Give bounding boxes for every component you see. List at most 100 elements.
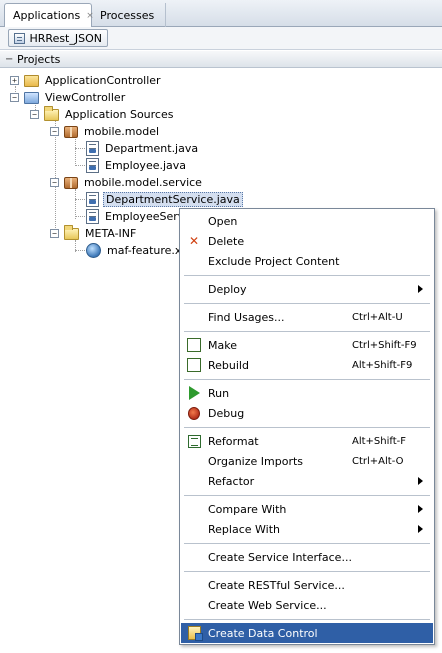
reformat-icon	[187, 434, 201, 448]
project-icon	[24, 91, 39, 104]
tab-processes[interactable]: Processes	[92, 3, 166, 27]
menu-item-reformat[interactable]: Reformat Alt+Shift-F	[181, 431, 433, 451]
tree-node-label: ViewController	[45, 91, 126, 104]
package-icon	[64, 176, 78, 189]
make-icon	[187, 338, 201, 352]
tree-node-maf-feature-xml[interactable]: maf-feature.xm	[86, 242, 194, 259]
submenu-arrow-icon	[418, 285, 423, 293]
menu-item-label: Exclude Project Content	[208, 254, 340, 268]
projects-panel-header[interactable]: − Projects	[0, 51, 442, 68]
tree-node-employee-java[interactable]: Employee.java	[86, 157, 188, 174]
tree-node-meta-inf[interactable]: − META-INF	[50, 224, 138, 242]
tree-node-view-controller[interactable]: − ViewController	[10, 89, 127, 106]
menu-item-label: Find Usages...	[208, 310, 285, 324]
collapse-node-icon[interactable]: −	[50, 127, 59, 136]
menu-item-label: Open	[208, 214, 238, 228]
menu-item-replace-with[interactable]: Replace With	[181, 519, 433, 539]
submenu-arrow-icon	[418, 477, 423, 485]
collapse-node-icon[interactable]: −	[30, 110, 39, 119]
menu-separator	[184, 619, 430, 620]
collapse-icon[interactable]: −	[5, 54, 13, 65]
rebuild-icon	[187, 358, 201, 372]
menu-item-label: Deploy	[208, 282, 247, 296]
menu-item-create-service-interface[interactable]: Create Service Interface...	[181, 547, 433, 567]
menu-item-deploy[interactable]: Deploy	[181, 279, 433, 299]
menu-item-rebuild[interactable]: Rebuild Alt+Shift-F9	[181, 355, 433, 375]
application-icon	[14, 32, 25, 44]
tree-node-department-java[interactable]: Department.java	[86, 140, 200, 157]
menu-item-debug[interactable]: Debug	[181, 403, 433, 423]
tree-node-label: DepartmentService.java	[103, 192, 243, 207]
application-selector-button[interactable]: HRRest_JSON	[8, 29, 108, 47]
menu-separator	[184, 379, 430, 380]
collapse-node-icon[interactable]: −	[10, 93, 19, 102]
menu-item-exclude-project-content[interactable]: Exclude Project Content	[181, 251, 433, 271]
folder-icon	[44, 105, 59, 121]
menu-item-open[interactable]: Open	[181, 211, 433, 231]
panel-tab-bar: Applications × Processes	[0, 0, 442, 27]
menu-item-label: Refactor	[208, 474, 255, 488]
submenu-arrow-icon	[418, 525, 423, 533]
submenu-arrow-icon	[418, 505, 423, 513]
menu-item-label: Create Web Service...	[208, 598, 327, 612]
context-menu: Open ✕ Delete Exclude Project Content De…	[179, 208, 435, 645]
menu-item-shortcut: Ctrl+Alt-O	[352, 455, 404, 467]
menu-item-find-usages[interactable]: Find Usages... Ctrl+Alt-U	[181, 307, 433, 327]
tree-node-mobile-model[interactable]: − mobile.model	[50, 123, 161, 140]
tree-connector	[75, 216, 85, 217]
tree-connector	[75, 250, 85, 251]
menu-item-label: Replace With	[208, 522, 280, 536]
tree-node-label: Employee.java	[105, 159, 187, 172]
tree-node-label: mobile.model	[84, 125, 160, 138]
tree-node-mobile-model-service[interactable]: − mobile.model.service	[50, 174, 204, 191]
tab-applications-label: Applications	[13, 9, 81, 22]
collapse-node-icon[interactable]: −	[50, 229, 59, 238]
menu-item-label: Organize Imports	[208, 454, 304, 468]
tab-applications[interactable]: Applications ×	[4, 3, 94, 27]
menu-item-make[interactable]: Make Ctrl+Shift-F9	[181, 335, 433, 355]
xml-descriptor-icon	[86, 243, 101, 258]
delete-icon: ✕	[188, 234, 200, 248]
menu-item-create-restful-service[interactable]: Create RESTful Service...	[181, 575, 433, 595]
menu-separator	[184, 495, 430, 496]
menu-item-refactor[interactable]: Refactor	[181, 471, 433, 491]
tree-node-department-service-java[interactable]: DepartmentService.java	[86, 191, 243, 208]
tree-connector	[75, 199, 85, 200]
tree-node-label: Application Sources	[65, 108, 174, 121]
expand-icon[interactable]: +	[10, 76, 19, 85]
menu-item-label: Make	[208, 338, 237, 352]
menu-separator	[184, 303, 430, 304]
java-file-icon	[86, 209, 99, 224]
tree-connector	[75, 148, 85, 149]
menu-item-create-data-control[interactable]: Create Data Control	[181, 623, 433, 643]
projects-panel-title: Projects	[17, 52, 61, 66]
menu-item-label: Run	[208, 386, 230, 400]
tree-connector	[75, 189, 76, 219]
tree-node-label: Department.java	[105, 142, 199, 155]
java-file-icon	[86, 158, 99, 173]
tree-node-application-sources[interactable]: − Application Sources	[30, 105, 175, 123]
project-icon	[24, 74, 39, 87]
menu-item-shortcut: Alt+Shift-F9	[352, 359, 413, 371]
debug-bug-icon	[187, 406, 201, 420]
application-name: HRRest_JSON	[29, 31, 103, 45]
tree-connector	[75, 136, 76, 166]
package-icon	[64, 125, 78, 138]
menu-separator	[184, 427, 430, 428]
folder-icon	[64, 224, 79, 240]
java-file-icon	[86, 192, 99, 207]
menu-item-shortcut: Alt+Shift-F	[352, 435, 407, 447]
tree-node-application-controller[interactable]: + ApplicationController	[10, 72, 163, 89]
menu-item-delete[interactable]: ✕ Delete	[181, 231, 433, 251]
collapse-node-icon[interactable]: −	[50, 178, 59, 187]
data-control-icon	[187, 626, 203, 641]
menu-item-label: Debug	[208, 406, 245, 420]
menu-item-create-web-service[interactable]: Create Web Service...	[181, 595, 433, 615]
menu-item-organize-imports[interactable]: Organize Imports Ctrl+Alt-O	[181, 451, 433, 471]
menu-item-compare-with[interactable]: Compare With	[181, 499, 433, 519]
menu-item-run[interactable]: Run	[181, 383, 433, 403]
menu-item-label: Reformat	[208, 434, 259, 448]
menu-item-label: Delete	[208, 234, 245, 248]
tree-node-label: mobile.model.service	[84, 176, 202, 189]
menu-item-label: Rebuild	[208, 358, 249, 372]
